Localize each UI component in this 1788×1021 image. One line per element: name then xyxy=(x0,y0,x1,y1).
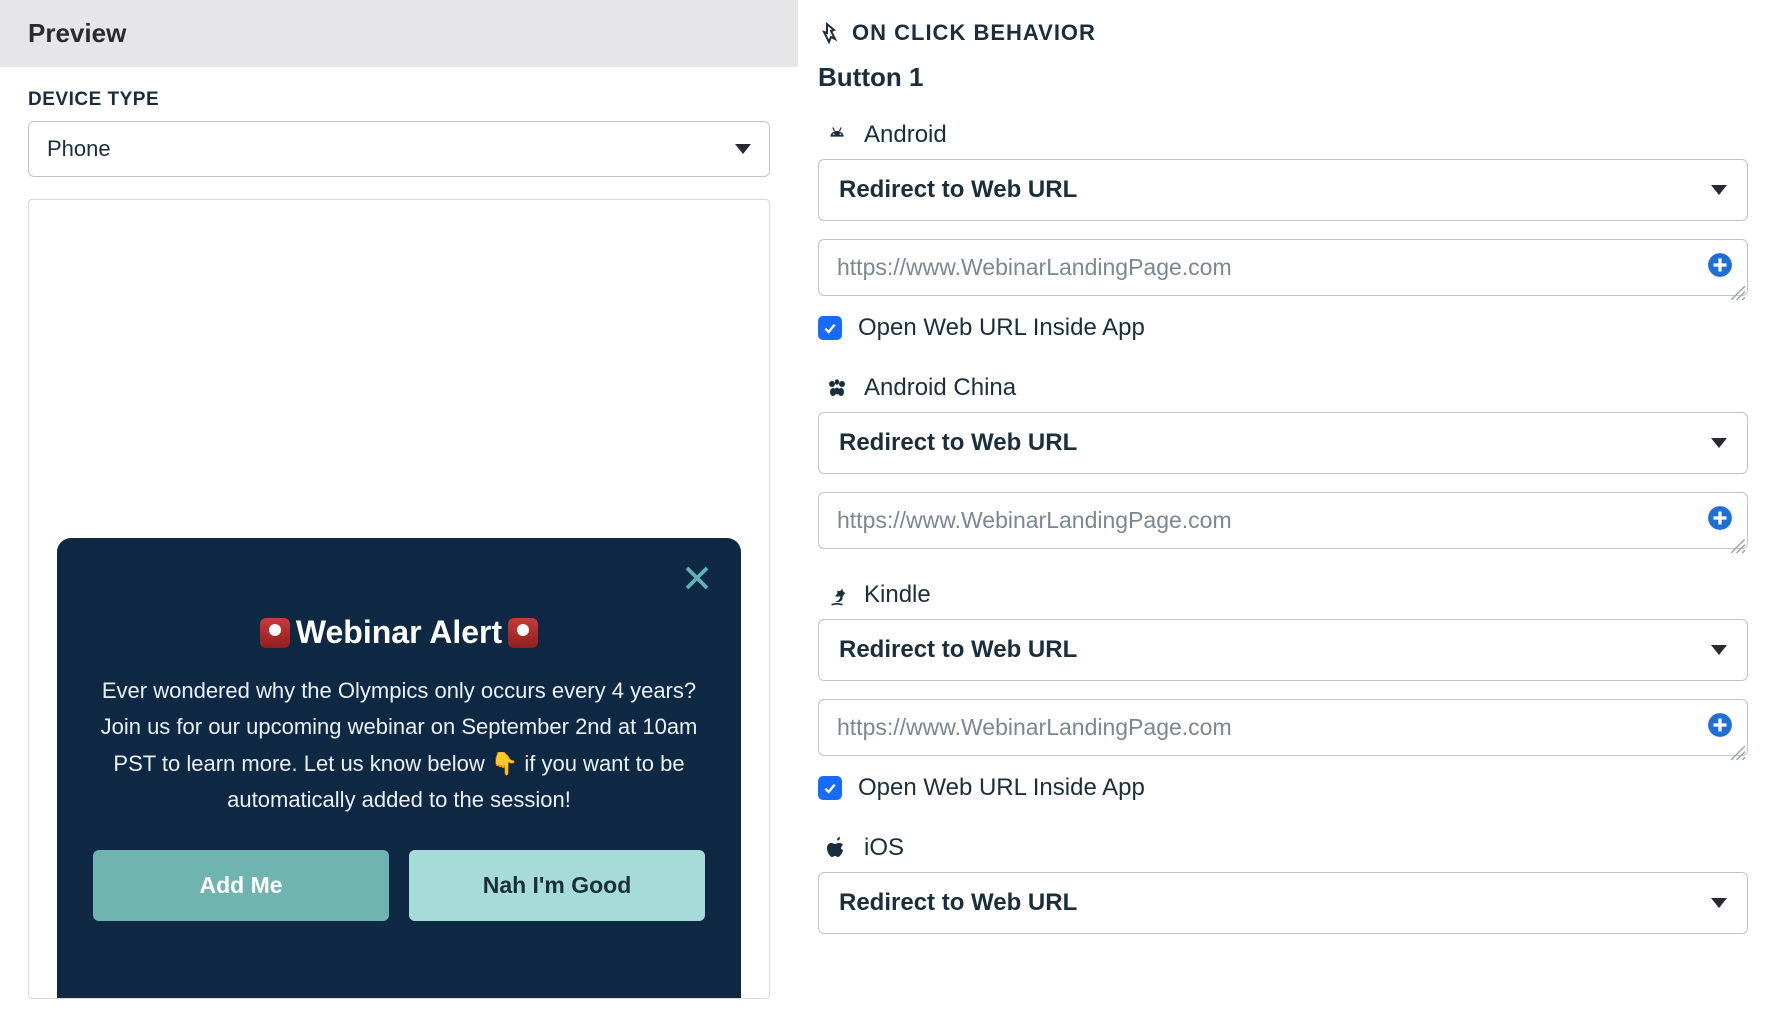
open-inside-checkbox[interactable] xyxy=(818,776,842,800)
ios-icon xyxy=(822,836,852,860)
modal-body: Ever wondered why the Olympics only occu… xyxy=(93,673,705,818)
platform-label-android: Android xyxy=(822,121,1748,149)
platform-block-kindle: Kindle Redirect to Web URL https://www.Web… xyxy=(818,581,1748,802)
caret-down-icon xyxy=(735,144,751,154)
platform-block-ios: iOS Redirect to Web URL xyxy=(818,834,1748,934)
android-china-icon xyxy=(822,376,852,400)
action-select-kindle[interactable]: Redirect to Web URL xyxy=(818,619,1748,681)
action-value: Redirect to Web URL xyxy=(839,636,1077,664)
action-value: Redirect to Web URL xyxy=(839,176,1077,204)
device-type-label: DEVICE TYPE xyxy=(28,89,770,111)
siren-icon xyxy=(260,618,290,648)
open-inside-checkbox[interactable] xyxy=(818,316,842,340)
open-inside-label: Open Web URL Inside App xyxy=(858,314,1145,342)
open-inside-row-kindle: Open Web URL Inside App xyxy=(818,774,1748,802)
android-icon xyxy=(822,123,852,147)
preview-panel: Preview DEVICE TYPE Phone Webinar Alert xyxy=(0,0,798,1004)
add-liquid-button[interactable] xyxy=(1707,712,1733,738)
open-inside-label: Open Web URL Inside App xyxy=(858,774,1145,802)
url-value: https://www.WebinarLandingPage.com xyxy=(837,714,1232,740)
pointer-icon xyxy=(818,21,842,45)
close-icon xyxy=(682,563,712,593)
action-select-ios[interactable]: Redirect to Web URL xyxy=(818,872,1748,934)
onclick-panel: ON CLICK BEHAVIOR Button 1 Android Redire… xyxy=(798,0,1788,1004)
url-input-android-china[interactable]: https://www.WebinarLandingPage.com xyxy=(818,492,1748,549)
device-type-value: Phone xyxy=(47,136,111,162)
add-liquid-button[interactable] xyxy=(1707,252,1733,278)
open-inside-row-android: Open Web URL Inside App xyxy=(818,314,1748,342)
caret-down-icon xyxy=(1711,645,1727,655)
close-button[interactable] xyxy=(679,560,715,596)
device-type-select[interactable]: Phone xyxy=(28,121,770,177)
modal-title-row: Webinar Alert xyxy=(93,614,705,651)
url-value: https://www.WebinarLandingPage.com xyxy=(837,507,1232,533)
platform-name: Kindle xyxy=(864,581,931,609)
platform-block-android-china: Android China Redirect to Web URL https://… xyxy=(818,374,1748,549)
preview-canvas: Webinar Alert Ever wondered why the Olym… xyxy=(28,199,770,999)
caret-down-icon xyxy=(1711,898,1727,908)
platform-label-android-china: Android China xyxy=(822,374,1748,402)
platform-name: Android xyxy=(864,121,947,149)
add-me-button[interactable]: Add Me xyxy=(93,850,389,921)
resize-grip-icon xyxy=(1731,279,1745,293)
modal-actions: Add Me Nah I'm Good xyxy=(93,850,705,921)
preview-header: Preview xyxy=(0,0,798,67)
platform-label-kindle: Kindle xyxy=(822,581,1748,609)
platform-label-ios: iOS xyxy=(822,834,1748,862)
add-liquid-button[interactable] xyxy=(1707,505,1733,531)
platform-name: iOS xyxy=(864,834,904,862)
modal-title: Webinar Alert xyxy=(296,614,502,651)
action-value: Redirect to Web URL xyxy=(839,429,1077,457)
siren-icon xyxy=(508,618,538,648)
url-value: https://www.WebinarLandingPage.com xyxy=(837,254,1232,280)
resize-grip-icon xyxy=(1731,739,1745,753)
onclick-section-header: ON CLICK BEHAVIOR xyxy=(818,20,1748,46)
platform-name: Android China xyxy=(864,374,1016,402)
url-input-kindle[interactable]: https://www.WebinarLandingPage.com xyxy=(818,699,1748,756)
platform-block-android: Android Redirect to Web URL https://www.We… xyxy=(818,121,1748,342)
kindle-icon xyxy=(822,583,852,607)
url-input-android[interactable]: https://www.WebinarLandingPage.com xyxy=(818,239,1748,296)
action-select-android[interactable]: Redirect to Web URL xyxy=(818,159,1748,221)
button-subheader: Button 1 xyxy=(818,62,1748,93)
preview-modal: Webinar Alert Ever wondered why the Olym… xyxy=(57,538,741,998)
resize-grip-icon xyxy=(1731,532,1745,546)
action-select-android-china[interactable]: Redirect to Web URL xyxy=(818,412,1748,474)
action-value: Redirect to Web URL xyxy=(839,889,1077,917)
nah-button[interactable]: Nah I'm Good xyxy=(409,850,705,921)
caret-down-icon xyxy=(1711,185,1727,195)
onclick-section-title: ON CLICK BEHAVIOR xyxy=(852,20,1096,46)
caret-down-icon xyxy=(1711,438,1727,448)
